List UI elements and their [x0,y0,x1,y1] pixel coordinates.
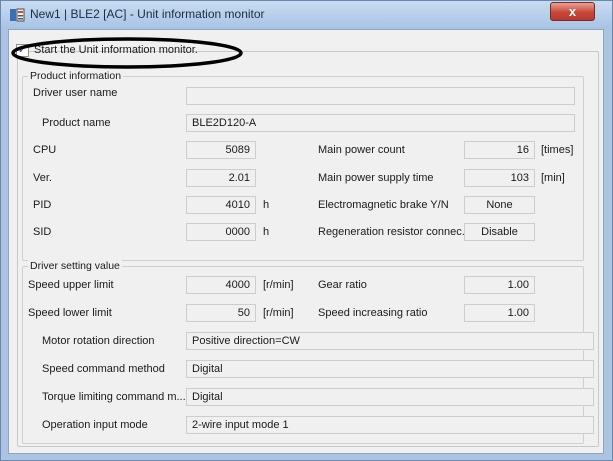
driver-user-name-label: Driver user name [33,87,118,99]
app-icon [10,8,25,22]
speed-lower-limit-field: 50 [186,304,256,322]
product-information-group: Product information Driver user name Pro… [22,70,584,261]
speed-command-method-label: Speed command method [42,363,165,375]
regen-resistor-label: Regeneration resistor connec... [318,226,471,238]
title-bar[interactable]: New1 | BLE2 [AC] - Unit information moni… [1,1,612,27]
gear-ratio-field: 1.00 [464,276,535,294]
pid-unit: h [263,199,270,211]
speed-upper-limit-label: Speed upper limit [28,279,114,291]
close-button[interactable]: x [550,2,595,21]
main-power-supply-time-field: 103 [464,169,535,187]
speed-upper-limit-unit: [r/min] [263,279,294,291]
main-power-supply-time-unit: [min] [541,172,565,184]
window-title: New1 | BLE2 [AC] - Unit information moni… [30,7,265,21]
operation-input-mode-field: 2-wire input mode 1 [186,416,594,434]
cpu-field: 5089 [186,141,256,159]
sid-unit: h [263,226,270,238]
gear-ratio-label: Gear ratio [318,279,367,291]
driver-setting-group: Driver setting value Speed upper limit 4… [22,260,594,444]
close-icon: x [568,4,577,19]
speed-lower-limit-label: Speed lower limit [28,307,112,319]
pid-label: PID [33,199,52,211]
check-icon: ✓ [17,43,28,56]
sid-field: 0000 [186,223,256,241]
ver-label: Ver. [33,172,52,184]
product-name-field: BLE2D120-A [186,114,575,132]
main-power-supply-time-label: Main power supply time [318,172,434,184]
product-name-label: Product name [42,117,111,129]
regen-resistor-field: Disable [464,223,535,241]
speed-increasing-ratio-label: Speed increasing ratio [318,307,428,319]
driver-user-name-field [186,87,575,105]
cpu-label: CPU [33,144,57,156]
pid-field: 4010 [186,196,256,214]
speed-increasing-ratio-field: 1.00 [464,304,535,322]
main-power-count-label: Main power count [318,144,405,156]
monitor-checkbox-label[interactable]: Start the Unit information monitor. [34,44,198,56]
speed-upper-limit-field: 4000 [186,276,256,294]
main-power-count-unit: [times] [541,144,574,156]
torque-limiting-label: Torque limiting command m... [42,391,186,403]
app-window: New1 | BLE2 [AC] - Unit information moni… [0,0,613,461]
sid-label: SID [33,226,52,238]
brake-label: Electromagnetic brake Y/N [318,199,449,211]
group-title: Product information [28,70,124,82]
speed-lower-limit-unit: [r/min] [263,307,294,319]
ver-field: 2.01 [186,169,256,187]
motor-rotation-direction-field: Positive direction=CW [186,332,594,350]
monitor-toggle[interactable]: ✓ Start the Unit information monitor. [16,42,198,58]
operation-input-mode-label: Operation input mode [42,419,148,431]
torque-limiting-field: Digital [186,388,594,406]
monitor-checkbox[interactable]: ✓ [16,43,29,57]
brake-field: None [464,196,535,214]
group-title: Driver setting value [28,260,122,272]
motor-rotation-direction-label: Motor rotation direction [42,335,155,347]
speed-command-method-field: Digital [186,360,594,378]
main-power-count-field: 16 [464,141,535,159]
